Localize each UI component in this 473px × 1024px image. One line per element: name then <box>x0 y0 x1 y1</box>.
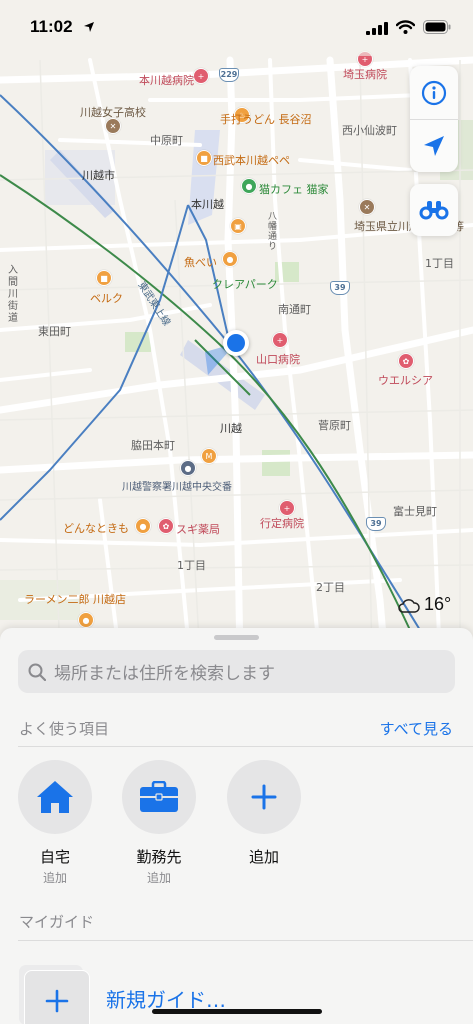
map-label: 2丁目 <box>316 581 345 594</box>
pharmacy-icon[interactable]: ✿ <box>398 353 414 369</box>
route-shield-39: 39 <box>330 281 350 295</box>
binoculars-icon <box>419 201 449 220</box>
map-label: 川越女子高校 <box>80 106 146 119</box>
favorite-name: 自宅 <box>39 848 70 866</box>
location-arrow-icon <box>424 135 444 156</box>
weather-badge: 16° <box>398 594 451 615</box>
status-time: 11:02 <box>30 17 73 36</box>
divider <box>18 746 473 747</box>
favorite-work-icon-circle[interactable] <box>122 760 196 834</box>
map-label: クレアパーク <box>212 278 278 291</box>
house-icon <box>37 781 73 813</box>
guides-title: マイガイド <box>19 913 95 931</box>
favorite-subtitle: 追加 <box>146 871 171 885</box>
map-label: 菅原町 <box>318 419 351 432</box>
fastfood-icon[interactable]: M <box>201 448 217 464</box>
cloud-icon <box>398 598 420 613</box>
sheet-grabber[interactable] <box>214 635 259 640</box>
restaurant-icon[interactable]: ● <box>78 612 94 628</box>
user-location-dot[interactable] <box>223 330 249 356</box>
map-label: 南通町 <box>278 303 311 316</box>
battery-icon <box>423 20 451 34</box>
map-view[interactable]: 229 39 39 + + ✕ ♨ ■ ● ▣ ✕ ● ■ + ✿ M ● + … <box>0 0 473 660</box>
map-label: 魚べい <box>184 256 217 269</box>
map-label: 東田町 <box>38 325 71 338</box>
hospital-icon[interactable]: + <box>279 500 295 516</box>
hospital-icon[interactable]: + <box>272 332 288 348</box>
school-icon[interactable]: ✕ <box>105 118 121 134</box>
map-label: ラーメン二郎 川越店 <box>24 593 127 606</box>
restaurant-icon[interactable]: ● <box>222 251 238 267</box>
map-label: 手打うどん 長谷沼 <box>220 113 312 126</box>
map-label: 埼玉病院 <box>343 68 387 81</box>
pharmacy-icon[interactable]: ✿ <box>158 518 174 534</box>
map-label: 本川越病院 <box>139 74 194 87</box>
map-label: ウエルシア <box>378 374 433 387</box>
favorite-subtitle: 追加 <box>42 871 67 885</box>
map-label: 1丁目 <box>425 257 454 270</box>
school-icon[interactable]: ✕ <box>359 199 375 215</box>
map-label: 西小仙波町 <box>342 124 397 137</box>
favorite-work[interactable]: 勤務先 追加 <box>122 760 196 886</box>
wifi-icon <box>396 20 415 34</box>
current-location-button[interactable] <box>410 119 458 172</box>
map-label: 入間川街道 <box>8 265 18 324</box>
favorite-name: 勤務先 <box>136 848 182 866</box>
cellular-signal-icon <box>366 22 388 35</box>
plus-icon <box>45 989 69 1013</box>
search-placeholder: 場所または住所を検索します <box>54 664 275 684</box>
favorite-home-icon-circle[interactable] <box>18 760 92 834</box>
route-shield-39: 39 <box>366 517 386 531</box>
map-label: 猫カフェ 猫家 <box>259 183 329 196</box>
cafe-icon[interactable]: ● <box>241 178 257 194</box>
map-label: 山口病院 <box>256 353 300 366</box>
store-icon[interactable]: ▣ <box>230 218 246 234</box>
briefcase-icon <box>140 781 178 812</box>
shop-icon[interactable]: ■ <box>196 150 212 166</box>
look-around-button[interactable] <box>410 184 458 236</box>
map-info-button[interactable] <box>410 66 458 119</box>
restaurant-icon[interactable]: ● <box>135 518 151 534</box>
map-controls <box>410 66 458 172</box>
status-bar: 11:02 <box>0 0 473 56</box>
hospital-icon[interactable]: + <box>193 68 209 84</box>
map-label: ベルク <box>90 292 123 305</box>
favorite-home[interactable]: 自宅 追加 <box>18 760 92 886</box>
police-icon[interactable]: ● <box>180 460 196 476</box>
route-shield-229: 229 <box>219 68 239 82</box>
bottom-sheet[interactable]: 場所または住所を検索します よく使う項目 すべて見る 自宅 追加 勤務先 追加 <box>0 628 473 1024</box>
map-label: 西武本川越ペペ <box>213 154 290 167</box>
location-services-icon <box>84 22 94 32</box>
search-icon <box>28 663 46 681</box>
new-guide-button[interactable]: 新規ガイド… <box>18 962 318 1024</box>
map-label: 脇田本町 <box>131 439 175 452</box>
guide-thumbnail[interactable] <box>24 970 90 1024</box>
map-label: 富士見町 <box>393 505 437 518</box>
map-label: 川越市 <box>82 169 115 182</box>
map-label: 川越 <box>220 422 242 435</box>
home-indicator[interactable] <box>152 1009 322 1014</box>
temperature: 16° <box>424 594 452 614</box>
map-label: 中原町 <box>150 134 183 147</box>
map-label: スギ薬局 <box>176 523 220 536</box>
favorite-add[interactable]: 追加 <box>227 760 301 867</box>
see-all-link[interactable]: すべて見る <box>380 718 453 739</box>
map-label: 八幡通り <box>268 212 278 252</box>
map-label: 本川越 <box>191 198 224 211</box>
map-label: 行定病院 <box>260 517 304 530</box>
favorite-name: 追加 <box>248 848 279 866</box>
divider <box>18 940 473 941</box>
shopping-icon[interactable]: ■ <box>96 270 112 286</box>
search-input[interactable]: 場所または住所を検索します <box>18 650 455 693</box>
favorites-title: よく使う項目 <box>19 720 110 738</box>
info-icon <box>421 80 447 105</box>
map-label: 1丁目 <box>177 559 206 572</box>
map-label: どんなときも <box>63 522 129 535</box>
plus-icon <box>251 784 277 810</box>
map-label: 川越警察署川越中央交番 <box>122 482 232 493</box>
favorite-add-icon-circle[interactable] <box>227 760 301 834</box>
